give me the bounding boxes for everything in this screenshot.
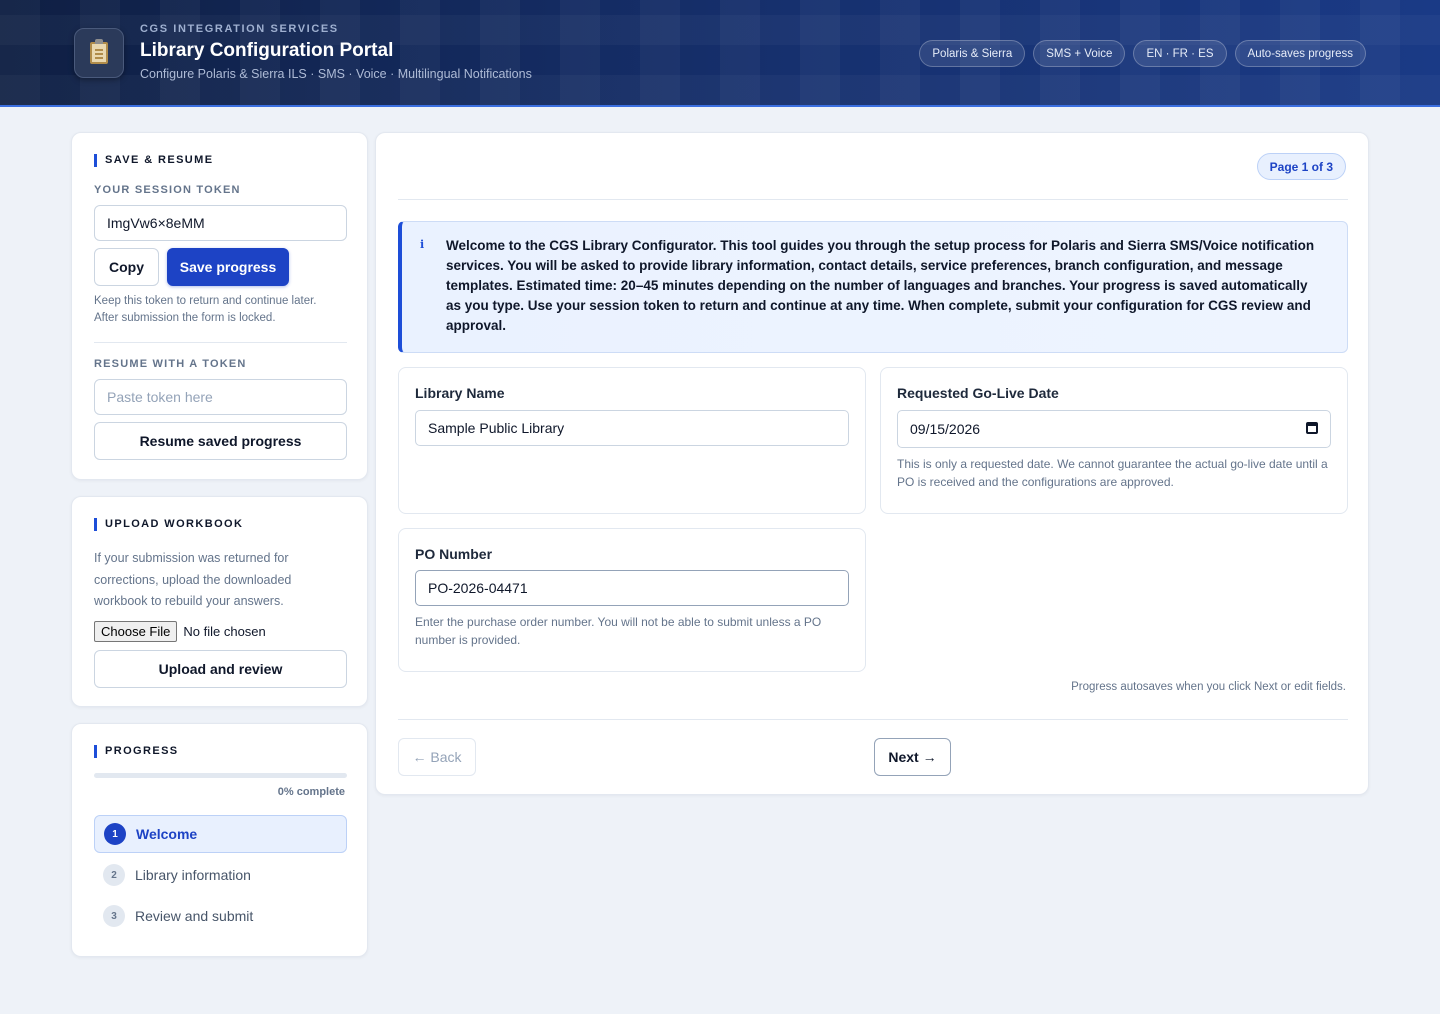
upload-workbook-card: UPLOAD WORKBOOK If your submission was r… [71, 496, 368, 707]
progress-percent: 0% complete [277, 786, 345, 798]
po-number-field: PO Number Enter the purchase order numbe… [398, 528, 866, 672]
page-indicator: Page 1 of 3 [1256, 153, 1346, 180]
app-title: Library Configuration Portal [140, 40, 394, 61]
choose-file-button[interactable]: Choose File [94, 621, 178, 642]
save-progress-button[interactable]: Save progress [167, 248, 289, 286]
step-label: Library information [135, 867, 251, 883]
save-resume-title: SAVE & RESUME [94, 154, 213, 167]
pill-autosave: Auto-saves progress [1234, 40, 1366, 67]
upload-help: If your submission was returned for corr… [94, 551, 292, 608]
clipboard-icon [74, 28, 124, 78]
autosave-note: Progress autosaves when you click Next o… [1071, 681, 1346, 693]
step-number: 2 [103, 864, 125, 886]
back-button[interactable]: ← Back [398, 738, 476, 776]
upload-title: UPLOAD WORKBOOK [94, 518, 243, 531]
golive-date-value: 09/15/2026 [910, 421, 981, 437]
upload-review-button[interactable]: Upload and review [94, 650, 347, 688]
step-number: 1 [104, 823, 126, 845]
library-name-label: Library Name [415, 385, 505, 401]
po-help: Enter the purchase order number. You wil… [415, 615, 822, 647]
step-welcome[interactable]: 1 Welcome [94, 815, 347, 853]
progress-card: PROGRESS 0% complete 1 Welcome 2 Library… [71, 723, 368, 957]
progress-title: PROGRESS [94, 745, 179, 758]
golive-date-input[interactable]: 09/15/2026 [897, 410, 1331, 448]
step-review-submit[interactable]: 3 Review and submit [94, 897, 347, 935]
divider [398, 719, 1348, 720]
po-number-label: PO Number [415, 546, 493, 562]
copy-token-button[interactable]: Copy [94, 248, 159, 286]
app-subtitle: Configure Polaris & Sierra ILS · SMS · V… [140, 67, 532, 81]
resume-token-label: RESUME WITH A TOKEN [94, 358, 247, 370]
save-resume-card: SAVE & RESUME YOUR SESSION TOKEN Copy Sa… [71, 132, 368, 480]
step-number: 3 [103, 905, 125, 927]
app-header: CGS INTEGRATION SERVICES Library Configu… [0, 0, 1440, 107]
session-token-input[interactable] [94, 205, 347, 241]
library-name-field: Library Name [398, 367, 866, 514]
golive-help: This is only a requested date. We cannot… [897, 457, 1328, 489]
header-eyebrow: CGS INTEGRATION SERVICES [140, 23, 339, 35]
token-help-1: Keep this token to return and continue l… [94, 295, 317, 307]
step-library-information[interactable]: 2 Library information [94, 856, 347, 894]
golive-date-label: Requested Go-Live Date [897, 385, 1059, 401]
pill-languages: EN · FR · ES [1133, 40, 1227, 67]
file-picker: Choose File No file chosen [94, 621, 266, 642]
next-button[interactable]: Next → [874, 738, 951, 776]
resume-token-input[interactable] [94, 379, 347, 415]
divider [94, 342, 347, 343]
resume-progress-button[interactable]: Resume saved progress [94, 422, 347, 460]
welcome-text: Welcome to the CGS Library Configurator.… [446, 238, 1315, 333]
po-number-input[interactable] [415, 570, 849, 606]
session-token-label: YOUR SESSION TOKEN [94, 184, 241, 196]
pill-channels: SMS + Voice [1033, 40, 1126, 67]
feature-pills: Polaris & Sierra SMS + Voice EN · FR · E… [919, 40, 1366, 67]
calendar-icon[interactable] [1306, 422, 1318, 434]
welcome-info-box: i Welcome to the CGS Library Configurato… [398, 221, 1348, 353]
step-label: Review and submit [135, 908, 254, 924]
step-label: Welcome [136, 826, 198, 842]
progress-bar [94, 773, 347, 778]
no-file-text: No file chosen [183, 624, 266, 639]
library-name-input[interactable] [415, 410, 849, 446]
info-icon: i [420, 238, 425, 251]
pill-ils: Polaris & Sierra [919, 40, 1026, 67]
divider [398, 199, 1348, 200]
token-help-2: After submission the form is locked. [94, 312, 276, 324]
main-form-card: Page 1 of 3 i Welcome to the CGS Library… [375, 132, 1369, 795]
golive-date-field: Requested Go-Live Date 09/15/2026 This i… [880, 367, 1348, 514]
